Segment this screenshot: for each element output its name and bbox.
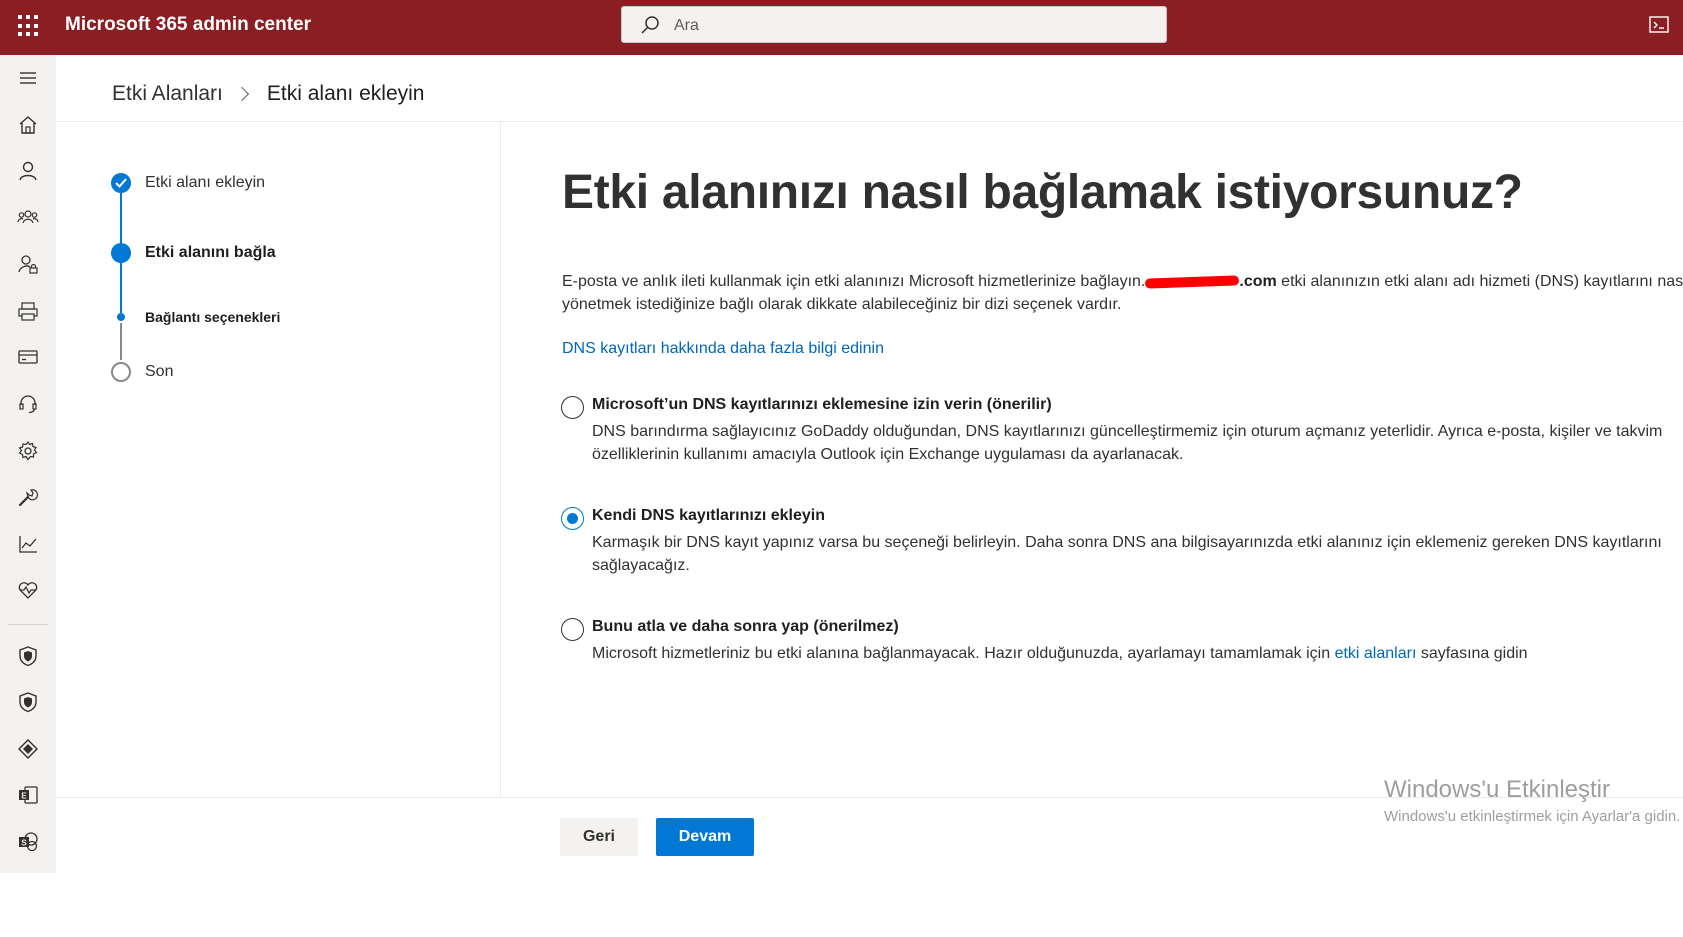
breadcrumb-parent[interactable]: Etki Alanları bbox=[112, 82, 223, 106]
search-icon bbox=[641, 16, 659, 34]
cloud-shell-icon[interactable] bbox=[1649, 16, 1669, 34]
resources-icon[interactable] bbox=[17, 300, 39, 322]
option-title: Bunu atla ve daha sonra yap (önerilmez) bbox=[592, 618, 899, 635]
option-title: Microsoft’un DNS kayıtlarınızı eklemesin… bbox=[592, 396, 1052, 413]
substep-current-icon bbox=[117, 313, 125, 321]
step-current-icon bbox=[111, 243, 131, 263]
step-connect-domain: Etki alanını bağla bbox=[145, 244, 276, 261]
settings-icon[interactable] bbox=[17, 440, 39, 462]
support-icon[interactable] bbox=[17, 393, 39, 415]
redacted-domain bbox=[1145, 275, 1240, 289]
radio-skip[interactable] bbox=[561, 618, 584, 641]
option-own-dns[interactable]: Kendi DNS kayıtlarınızı ekleyin Karmaşık… bbox=[560, 507, 1683, 587]
left-navigation: E S bbox=[0, 55, 56, 873]
breadcrumb: Etki Alanları Etki alanı ekleyin bbox=[112, 82, 424, 106]
svg-text:S: S bbox=[21, 839, 27, 848]
app-launcher-icon[interactable] bbox=[18, 15, 40, 37]
option-desc-line1: Karmaşık bir DNS kayıt yapınız varsa bu … bbox=[592, 534, 1662, 551]
step-finish: Son bbox=[145, 363, 174, 380]
intro-text: E-posta ve anlık ileti kullanmak için et… bbox=[562, 270, 1683, 316]
step-pending-icon bbox=[111, 362, 131, 382]
option-microsoft-dns[interactable]: Microsoft’un DNS kayıtlarınızı eklemesin… bbox=[560, 396, 1683, 476]
user-icon[interactable] bbox=[17, 160, 39, 182]
roles-icon[interactable] bbox=[17, 253, 39, 275]
option-desc-line2: sağlayacağız. bbox=[592, 557, 690, 574]
sharepoint-icon[interactable]: S bbox=[17, 831, 39, 853]
health-icon[interactable] bbox=[17, 579, 39, 601]
intro-line2: yönetmek istediğinize bağlı olarak dikka… bbox=[562, 296, 1122, 313]
option-desc-line1: DNS barındırma sağlayıcınız GoDaddy oldu… bbox=[592, 423, 1663, 440]
domains-page-link[interactable]: etki alanları bbox=[1335, 645, 1417, 662]
header-divider bbox=[56, 121, 1683, 122]
top-bar: Microsoft 365 admin center Ara bbox=[0, 0, 1683, 55]
radio-own-dns[interactable] bbox=[561, 507, 584, 530]
option-title: Kendi DNS kayıtlarınızı ekleyin bbox=[592, 507, 825, 524]
bottom-edge bbox=[0, 873, 1683, 937]
activation-watermark-title: Windows'u Etkinleştir bbox=[1384, 776, 1610, 803]
page-title: Etki alanınızı nasıl bağlamak istiyorsun… bbox=[562, 166, 1523, 219]
home-icon[interactable] bbox=[17, 114, 39, 136]
groups-icon[interactable] bbox=[17, 206, 39, 228]
next-button[interactable]: Devam bbox=[656, 818, 754, 856]
option-desc-line2: özelliklerinin kullanımı amacıyla Outloo… bbox=[592, 446, 1184, 463]
option-description: Microsoft hizmetleriniz bu etki alanına … bbox=[592, 642, 1528, 665]
endpoint-icon[interactable] bbox=[17, 738, 39, 760]
option-description: Karmaşık bir DNS kayıt yapınız varsa bu … bbox=[592, 531, 1662, 577]
app-title[interactable]: Microsoft 365 admin center bbox=[65, 14, 311, 36]
reports-icon[interactable] bbox=[17, 533, 39, 555]
intro-part2: etki alanınızın etki alanı adı hizmeti (… bbox=[1276, 273, 1683, 290]
option-desc-part1: Microsoft hizmetleriniz bu etki alanına … bbox=[592, 645, 1335, 662]
intro-part1: E-posta ve anlık ileti kullanmak için et… bbox=[562, 273, 1146, 290]
activation-watermark-subtitle: Windows'u etkinleştirmek için Ayarlar'a … bbox=[1384, 808, 1681, 825]
back-button[interactable]: Geri bbox=[560, 818, 638, 856]
search-input[interactable]: Ara bbox=[674, 17, 699, 35]
radio-microsoft-dns[interactable] bbox=[561, 396, 584, 419]
panel-divider bbox=[500, 122, 501, 798]
substep-connection-options: Bağlantı seçenekleri bbox=[145, 309, 281, 325]
nav-divider bbox=[8, 624, 48, 625]
step-add-domain: Etki alanı ekleyin bbox=[145, 174, 266, 191]
domain-suffix: .com bbox=[1239, 273, 1277, 290]
step-connector bbox=[120, 193, 122, 243]
option-skip[interactable]: Bunu atla ve daha sonra yap (önerilmez) … bbox=[560, 618, 1683, 678]
security-icon[interactable] bbox=[17, 645, 39, 667]
chevron-right-icon bbox=[234, 86, 249, 102]
compliance-icon[interactable] bbox=[17, 691, 39, 713]
svg-text:E: E bbox=[21, 792, 27, 801]
step-complete-icon bbox=[111, 173, 131, 193]
dns-info-link[interactable]: DNS kayıtları hakkında daha fazla bilgi … bbox=[562, 340, 884, 358]
option-desc-part2: sayfasına gidin bbox=[1416, 645, 1528, 662]
step-connector bbox=[120, 323, 122, 360]
exchange-icon[interactable]: E bbox=[17, 784, 39, 806]
menu-icon[interactable] bbox=[17, 67, 39, 89]
step-connector bbox=[120, 263, 122, 313]
setup-icon[interactable] bbox=[17, 486, 39, 508]
breadcrumb-current: Etki alanı ekleyin bbox=[266, 82, 425, 105]
search-box[interactable]: Ara bbox=[621, 6, 1167, 43]
billing-icon[interactable] bbox=[17, 346, 39, 368]
option-description: DNS barındırma sağlayıcınız GoDaddy oldu… bbox=[592, 420, 1662, 466]
